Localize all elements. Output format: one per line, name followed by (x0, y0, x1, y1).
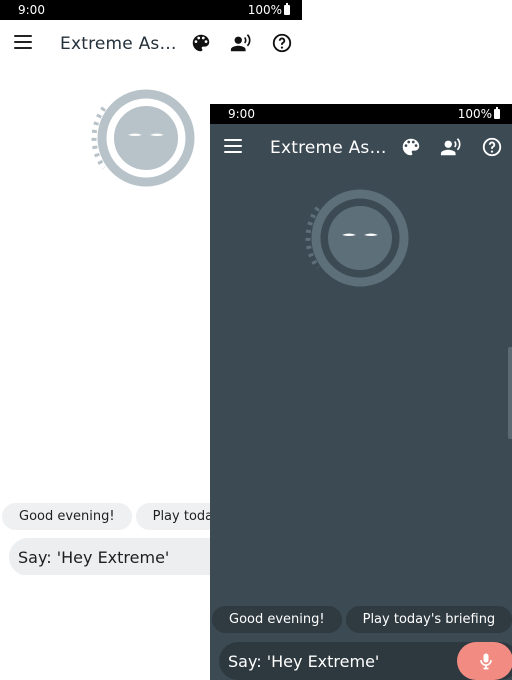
help-icon[interactable] (271, 32, 293, 54)
app-title: Extreme Assi... (270, 138, 394, 158)
app-bar: Extreme Assi... (210, 124, 512, 172)
battery-percent: 100% (247, 3, 282, 17)
palette-icon[interactable] (190, 32, 212, 54)
suggestion-chips: Good evening! Play today's briefing Te (212, 606, 512, 633)
battery-percent: 100% (457, 107, 492, 121)
app-bar: Extreme Assi... (0, 20, 302, 68)
dark-theme-screen: 9:00 100% Extreme Assi... Good evening! … (210, 104, 512, 680)
microphone-icon (480, 653, 492, 670)
assistant-mascot-icon (91, 89, 195, 187)
say-hotword-bar[interactable]: Say: 'Hey Extreme' (219, 642, 512, 680)
suggestion-chip[interactable]: Good evening! (2, 503, 132, 530)
menu-icon[interactable] (224, 139, 242, 153)
app-title: Extreme Assi... (60, 34, 184, 54)
suggestion-chip[interactable]: Good evening! (212, 606, 342, 633)
assistant-mascot-icon (305, 189, 409, 287)
mic-button[interactable] (457, 642, 512, 680)
palette-icon[interactable] (400, 136, 422, 158)
battery-icon (284, 3, 290, 15)
scroll-handle[interactable] (508, 347, 512, 439)
status-bar: 9:00 100% (0, 0, 302, 20)
voice-settings-icon[interactable] (440, 136, 462, 158)
suggestion-chip[interactable]: Play today's briefing (345, 606, 512, 633)
help-icon[interactable] (481, 136, 503, 158)
status-time: 9:00 (18, 3, 45, 17)
voice-settings-icon[interactable] (230, 32, 252, 54)
say-hotword-text: Say: 'Hey Extreme' (228, 652, 380, 671)
battery-icon (494, 107, 500, 119)
status-bar: 9:00 100% (210, 104, 512, 124)
say-hotword-text: Say: 'Hey Extreme' (18, 548, 170, 567)
status-time: 9:00 (228, 107, 255, 121)
menu-icon[interactable] (14, 35, 32, 49)
